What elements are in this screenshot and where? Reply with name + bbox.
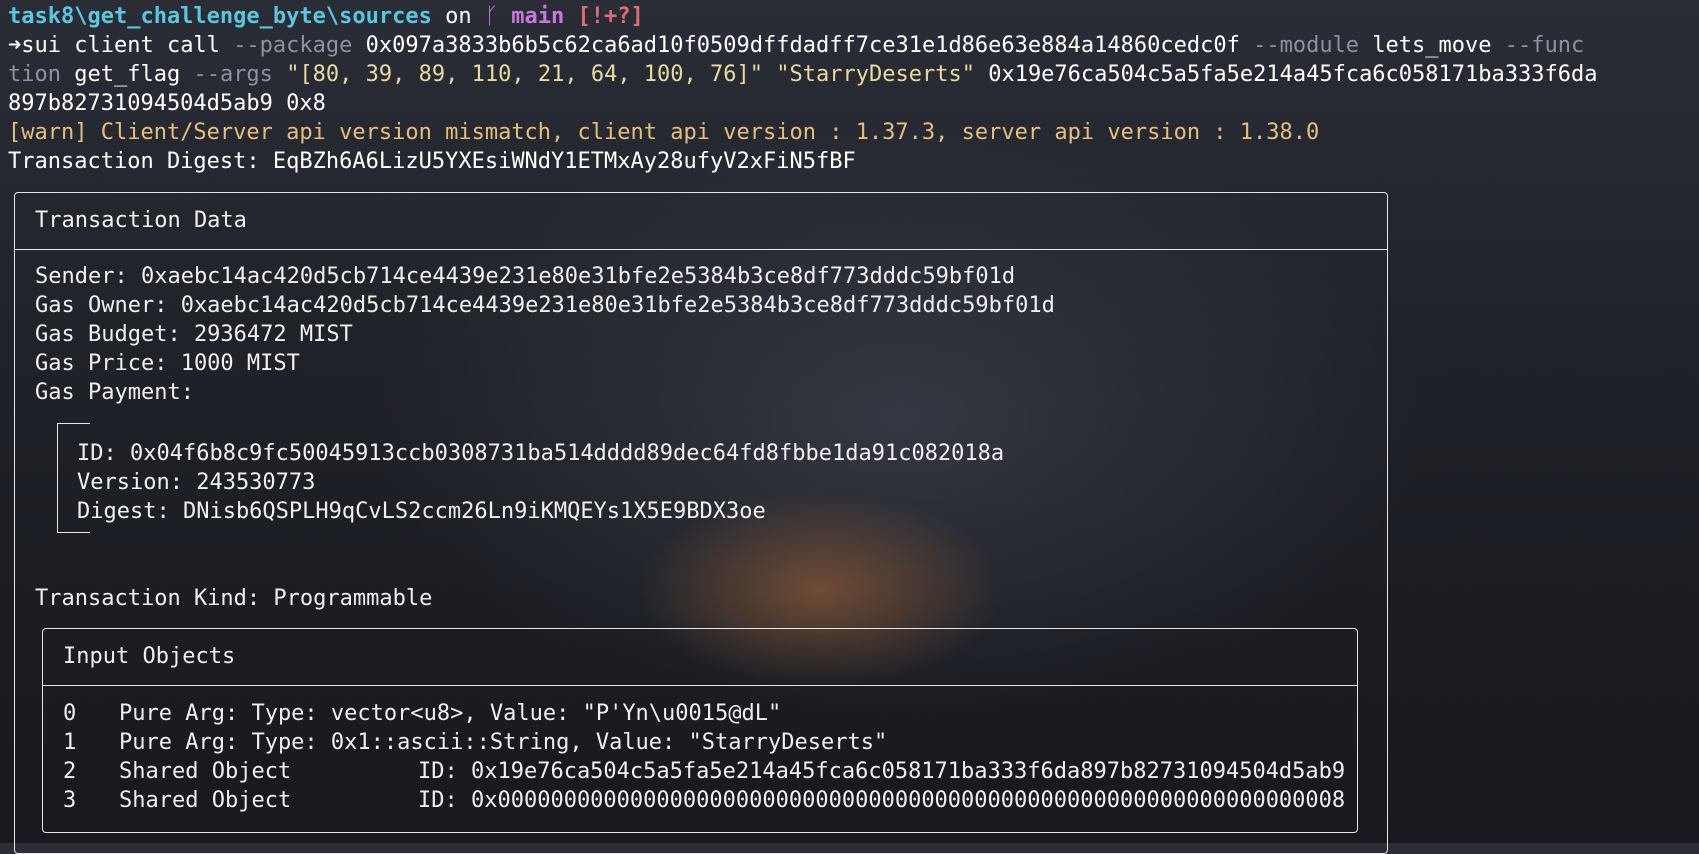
function-name: get_flag: [74, 62, 181, 87]
gas-budget: Gas Budget: 2936472 MIST: [35, 322, 353, 347]
arg-clock: 0x8: [286, 91, 326, 116]
gas-payment-object: ID: 0x04f6b8c9fc50045913ccb0308731ba514d…: [77, 439, 1004, 526]
input-index: 3: [63, 788, 77, 813]
input-kind: Shared Object: [119, 759, 292, 784]
input-object-id: ID: 0x19e76ca504c5a5fa5e214a45fca6c05817…: [418, 759, 1346, 784]
prompt-path: task8\get_challenge_byte\sources: [8, 4, 432, 29]
flag-package: --package: [233, 33, 353, 58]
arg-string: "StarryDeserts": [776, 62, 975, 87]
input-kind: Shared Object: [119, 788, 292, 813]
transaction-data-panel: Transaction Data Sender: 0xaebc14ac420d5…: [14, 192, 1388, 854]
input-objects-list: 0 Pure Arg: Type: vector<u8>, Value: "P'…: [43, 686, 1357, 815]
input-index: 2: [63, 759, 77, 784]
prompt-git-status: [!+?]: [577, 4, 644, 29]
input-kind: Pure Arg: Type: vector<u8>, Value: "P'Yn…: [119, 701, 782, 726]
gas-payment-id: ID: 0x04f6b8c9fc50045913ccb0308731ba514d…: [77, 441, 1005, 466]
input-object-id: ID: 0x0000000000000000000000000000000000…: [418, 788, 1346, 813]
flag-function: --func: [1504, 33, 1585, 58]
input-object-row: 1 Pure Arg: Type: 0x1::ascii::String, Va…: [63, 728, 1357, 757]
input-objects-panel: Input Objects 0 Pure Arg: Type: vector<u…: [42, 628, 1358, 833]
input-object-row: 2 Shared Object ID: 0x19e76ca504c5a5fa5e…: [63, 757, 1357, 786]
arg-object-id-cont: 897b82731094504d5ab9: [8, 91, 273, 116]
shell-prompt: task8\get_challenge_byte\sources on ᚴ ma…: [8, 2, 1692, 31]
warning-line: [warn] Client/Server api version mismatc…: [8, 120, 1320, 145]
gas-payment-version: Version: 243530773: [77, 470, 316, 495]
input-kind: Pure Arg: Type: 0x1::ascii::String, Valu…: [119, 730, 888, 755]
terminal-output: task8\get_challenge_byte\sources on ᚴ ma…: [8, 2, 1692, 176]
prompt-on: on: [445, 4, 472, 29]
arrow-icon: ➜: [8, 33, 22, 58]
prompt-branch: main: [511, 4, 565, 29]
input-objects-title: Input Objects: [43, 629, 1357, 686]
git-branch-icon: ᚴ: [484, 4, 499, 29]
gas-owner: Gas Owner: 0xaebc14ac420d5cb714ce4439e23…: [35, 293, 1055, 318]
package-id: 0x097a3833b6b5c62ca6ad10f0509dffdadff7ce…: [365, 33, 1240, 58]
flag-args: --args: [193, 62, 273, 87]
transaction-data-title: Transaction Data: [15, 193, 1387, 250]
sender: Sender: 0xaebc14ac420d5cb714ce4439e231e8…: [35, 264, 1016, 289]
command-line-1: ➜sui client call --package 0x097a3833b6b…: [8, 31, 1692, 60]
input-index: 0: [63, 701, 77, 726]
flag-module: --module: [1253, 33, 1360, 58]
command-line-3: 897b82731094504d5ab9 0x8: [8, 89, 1692, 118]
gas-payment-label: Gas Payment:: [35, 380, 194, 405]
input-index: 1: [63, 730, 77, 755]
command-line-2: tion get_flag --args "[80, 39, 89, 110, …: [8, 60, 1692, 89]
input-object-row: 3 Shared Object ID: 0x000000000000000000…: [63, 786, 1357, 815]
transaction-digest: Transaction Digest: EqBZh6A6LizU5YXEsiWN…: [8, 149, 856, 174]
input-object-row: 0 Pure Arg: Type: vector<u8>, Value: "P'…: [63, 699, 1357, 728]
gas-price: Gas Price: 1000 MIST: [35, 351, 300, 376]
module-name: lets_move: [1372, 33, 1492, 58]
arg-object-id: 0x19e76ca504c5a5fa5e214a45fca6c058171ba3…: [988, 62, 1598, 87]
gas-payment-digest: Digest: DNisb6QSPLH9qCvLS2ccm26Ln9iKMQEY…: [77, 499, 766, 524]
flag-function-cont: tion: [8, 62, 61, 87]
arg-bytes: "[80, 39, 89, 110, 21, 64, 100, 76]": [286, 62, 764, 87]
transaction-kind: Transaction Kind: Programmable: [35, 586, 433, 611]
command-text: sui client call: [21, 33, 220, 58]
